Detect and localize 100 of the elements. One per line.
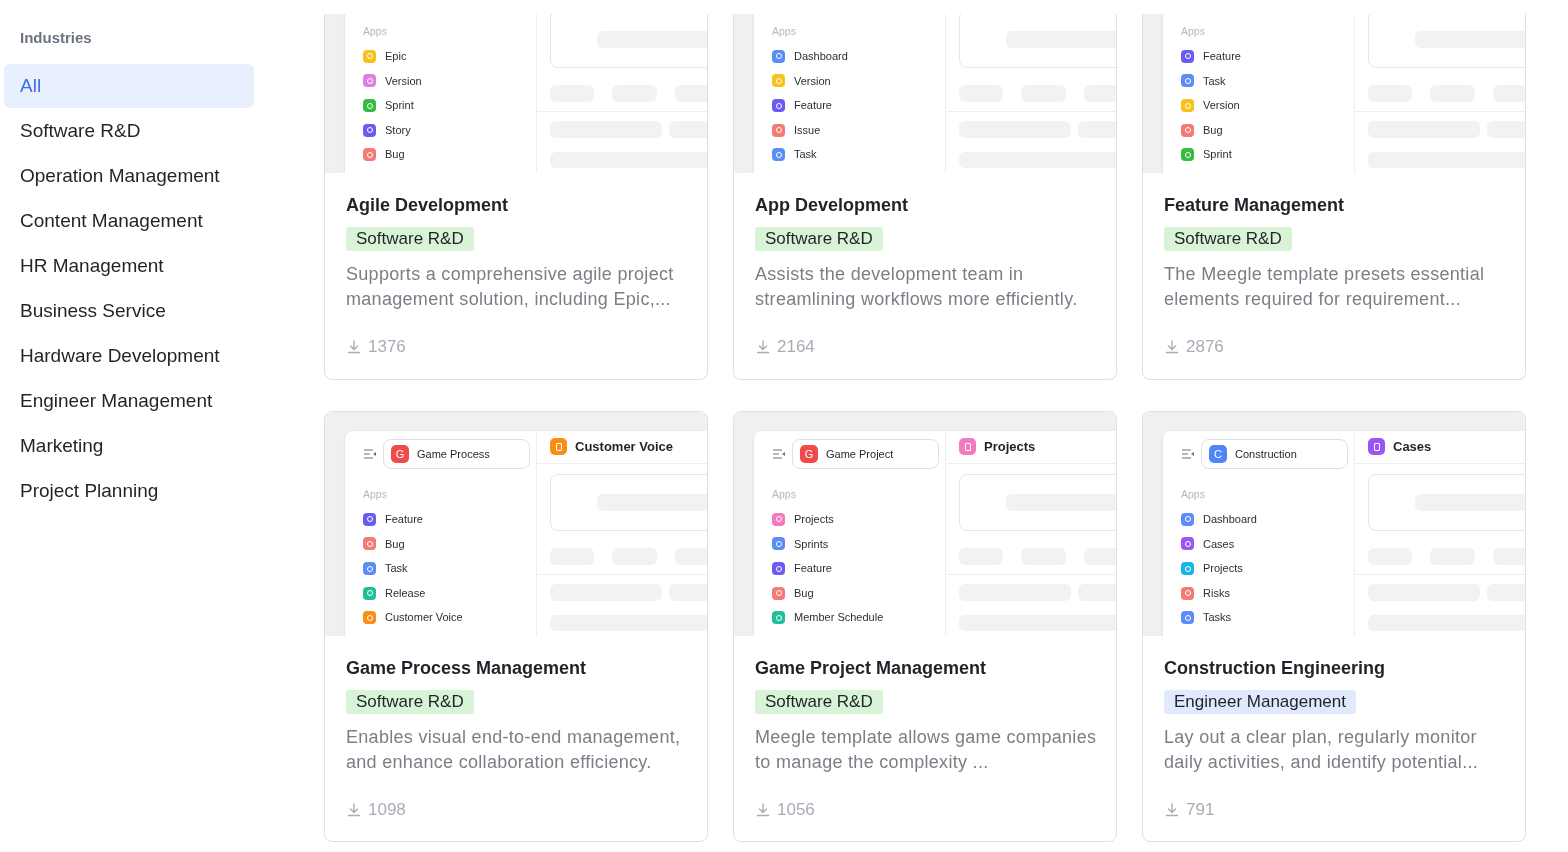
- download-count: 1098: [368, 799, 406, 822]
- page-title: Customer Voice: [575, 438, 673, 457]
- page-title: Projects: [984, 438, 1036, 457]
- menu-icon[interactable]: [363, 448, 377, 461]
- space-selector[interactable]: G Game Project: [792, 439, 939, 470]
- template-title: Agile Development: [346, 194, 509, 217]
- app-name[interactable]: Issue: [794, 121, 821, 139]
- app-name[interactable]: Sprint: [1203, 146, 1232, 163]
- category-tag: Software R&D: [755, 227, 883, 251]
- app-name[interactable]: Release: [385, 584, 426, 602]
- app-name[interactable]: Tasks: [1203, 609, 1232, 626]
- skeleton-bar: [1084, 548, 1116, 565]
- space-selector[interactable]: G Game Process: [383, 439, 530, 470]
- app-name[interactable]: Dashboard: [794, 48, 848, 65]
- sidebar-item[interactable]: All: [4, 64, 254, 108]
- skeleton-bar: [1493, 548, 1525, 565]
- category-tag: Software R&D: [755, 690, 883, 714]
- sidebar-item[interactable]: Hardware Development: [4, 334, 254, 378]
- template-title: App Development: [755, 194, 909, 217]
- template-card[interactable]: C Construction Apps Dashboard Cases Projects Risks Tasks Cases Construction Engineering Engineer Management Lay out a clear plan, regularly monitor daily activities, and identify potential... 791: [1142, 411, 1526, 842]
- category-tag: Software R&D: [346, 690, 474, 714]
- app-name[interactable]: Version: [794, 72, 831, 90]
- app-name[interactable]: Cases: [1203, 535, 1235, 553]
- download-count: 2876: [1186, 336, 1224, 359]
- menu-icon[interactable]: [772, 448, 786, 461]
- app-name[interactable]: Bug: [1203, 121, 1223, 139]
- template-card[interactable]: G Game Process Apps Feature Bug Task Release Customer Voice Customer Voice Game Process Management Software R&D Enables visual end-to-end management, and enhance collaboration efficiency. 1098: [324, 411, 708, 842]
- app-name[interactable]: Feature: [1203, 48, 1241, 65]
- app-name[interactable]: Dashboard: [1203, 511, 1257, 528]
- template-title: Game Project Management: [755, 657, 987, 680]
- download-count: 2164: [777, 336, 815, 359]
- skeleton-bar: [1084, 85, 1116, 102]
- template-description: Lay out a clear plan, regularly monitor daily activities, and identify potential...: [1164, 726, 1480, 774]
- template-description: Assists the development team in streamlining workflows more efficiently.: [755, 263, 1079, 311]
- download-count: 791: [1186, 799, 1215, 822]
- app-name[interactable]: Feature: [794, 97, 832, 114]
- app-name[interactable]: Epic: [385, 48, 407, 65]
- sidebar-item[interactable]: HR Management: [4, 244, 254, 288]
- download-icon: [1164, 802, 1180, 818]
- section-label: Apps: [772, 24, 797, 39]
- sidebar-heading: Industries: [19, 29, 93, 47]
- template-card[interactable]: Apps Epic Version Sprint Story Bug Agile Development Software R&D Supports a comprehensive agile project management solution, including Epic,... 1376: [324, 14, 708, 380]
- app-name[interactable]: Feature: [385, 511, 423, 528]
- skeleton-bar: [675, 548, 707, 565]
- template-card[interactable]: G Game Project Apps Projects Sprints Feature Bug Member Schedule Projects Game Project Management Software R&D Meegle template allows game companies to manage the complexity ... 1056: [733, 411, 1117, 842]
- app-name[interactable]: Bug: [385, 535, 405, 553]
- app-name[interactable]: Sprint: [385, 97, 414, 114]
- page-title: Cases: [1393, 438, 1432, 457]
- section-label: Apps: [363, 24, 388, 39]
- template-description: Supports a comprehensive agile project management solution, including Epic,...: [346, 263, 675, 311]
- app-name[interactable]: Projects: [794, 511, 834, 528]
- template-card[interactable]: Apps Dashboard Version Feature Issue Task App Development Software R&D Assists the development team in streamlining workflows more efficiently. 2164: [733, 14, 1117, 380]
- template-title: Construction Engineering: [1164, 657, 1385, 680]
- app-name[interactable]: Version: [1203, 97, 1240, 114]
- space-name: Game Process: [417, 446, 490, 462]
- sidebar-item[interactable]: Operation Management: [4, 154, 254, 198]
- app-name[interactable]: Version: [385, 72, 422, 90]
- space-name: Construction: [1235, 446, 1297, 462]
- space-name: Game Project: [826, 446, 894, 462]
- app-name[interactable]: Story: [385, 121, 411, 139]
- download-icon: [755, 802, 771, 818]
- app-name[interactable]: Bug: [385, 146, 405, 163]
- app-name[interactable]: Feature: [794, 560, 832, 577]
- app-name[interactable]: Risks: [1203, 584, 1230, 602]
- template-title: Feature Management: [1164, 194, 1345, 217]
- download-icon: [755, 339, 771, 355]
- sidebar-item[interactable]: Project Planning: [4, 469, 254, 513]
- app-name[interactable]: Task: [1203, 72, 1226, 90]
- section-label: Apps: [1181, 487, 1206, 502]
- app-name[interactable]: Sprints: [794, 535, 829, 553]
- sidebar-item[interactable]: Software R&D: [4, 109, 254, 153]
- space-letter-icon: G: [800, 445, 818, 464]
- section-label: Apps: [772, 487, 797, 502]
- category-tag: Engineer Management: [1164, 690, 1356, 714]
- download-icon: [346, 339, 362, 355]
- app-name[interactable]: Bug: [794, 584, 814, 602]
- sidebar-item[interactable]: Business Service: [4, 289, 254, 333]
- space-letter-icon: G: [391, 445, 409, 464]
- template-description: The Meegle template presets essential elements required for requirement...: [1164, 263, 1486, 311]
- app-name[interactable]: Task: [385, 560, 408, 577]
- download-count: 1376: [368, 336, 406, 359]
- app-name[interactable]: Customer Voice: [385, 609, 463, 626]
- section-label: Apps: [1181, 24, 1206, 39]
- template-card[interactable]: Apps Feature Task Version Bug Sprint Feature Management Software R&D The Meegle template presets essential elements required for requirement... 2876: [1142, 14, 1526, 380]
- template-description: Enables visual end-to-end management, and enhance collaboration efficiency.: [346, 726, 682, 774]
- sidebar-item[interactable]: Content Management: [4, 199, 254, 243]
- app-name[interactable]: Member Schedule: [794, 609, 884, 626]
- template-title: Game Process Management: [346, 657, 587, 680]
- app-name[interactable]: Task: [794, 146, 817, 163]
- app-name[interactable]: Projects: [1203, 560, 1243, 577]
- template-description: Meegle template allows game companies to manage the complexity ...: [755, 726, 1098, 774]
- space-selector[interactable]: C Construction: [1201, 439, 1348, 470]
- sidebar-item[interactable]: Engineer Management: [4, 379, 254, 423]
- download-icon: [346, 802, 362, 818]
- category-tag: Software R&D: [346, 227, 474, 251]
- menu-icon[interactable]: [1181, 448, 1195, 461]
- download-count: 1056: [777, 799, 815, 822]
- skeleton-bar: [1493, 85, 1525, 102]
- section-label: Apps: [363, 487, 388, 502]
- sidebar-item[interactable]: Marketing: [4, 424, 254, 468]
